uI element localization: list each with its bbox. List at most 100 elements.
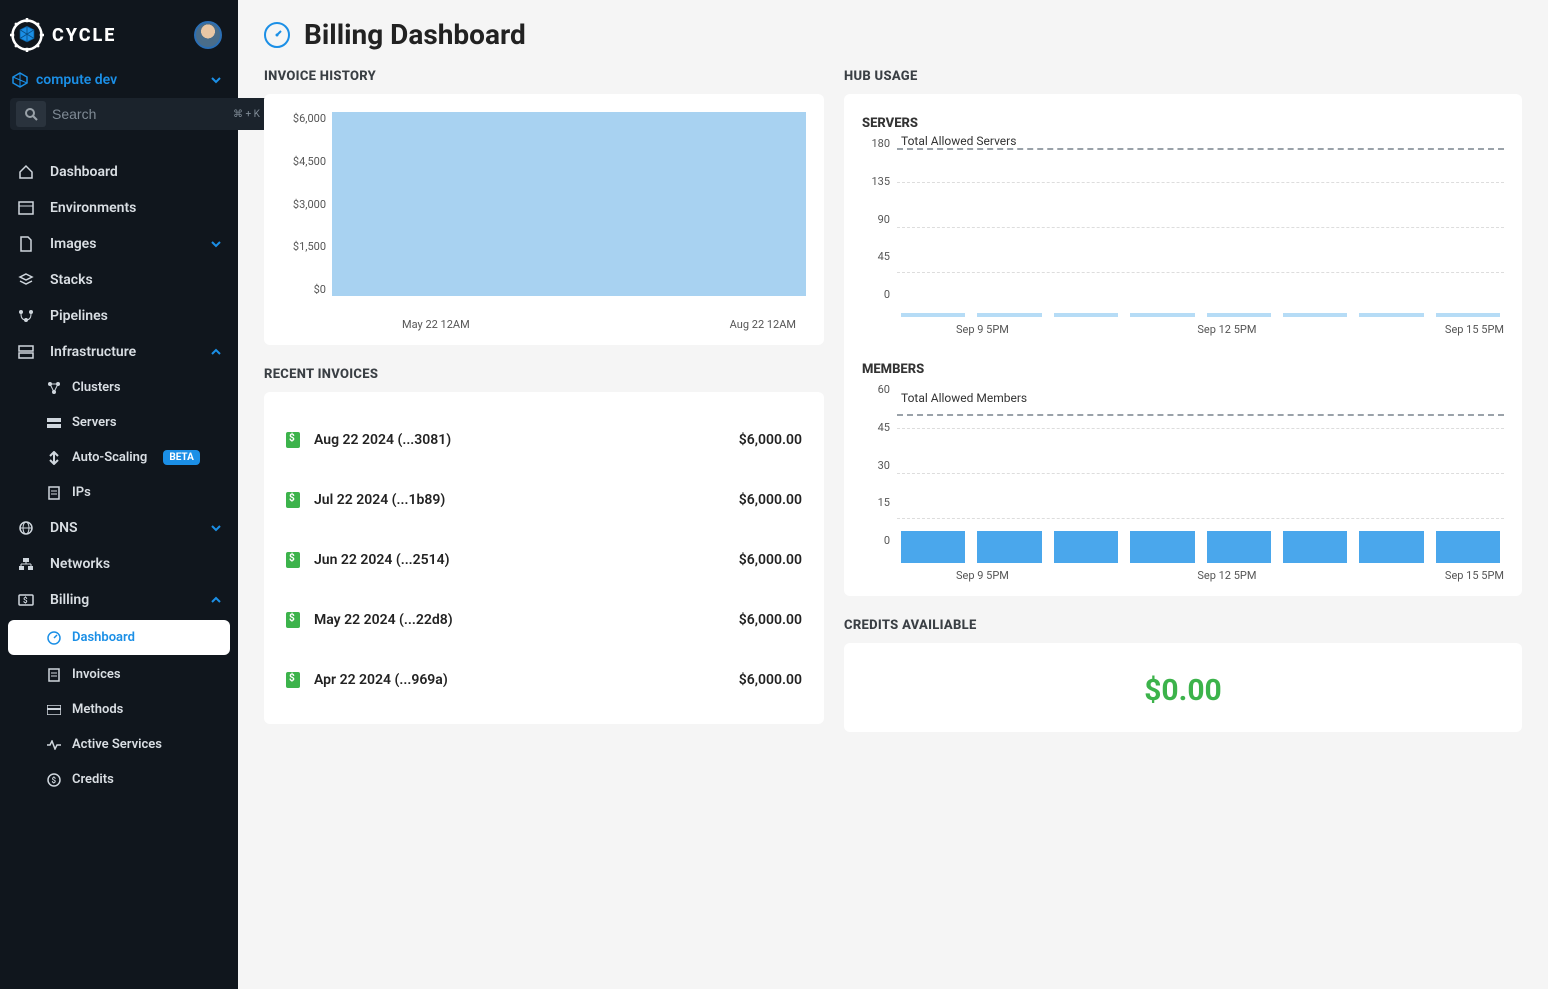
pipeline-icon bbox=[18, 308, 34, 324]
card-icon bbox=[47, 705, 61, 715]
avatar[interactable] bbox=[194, 21, 222, 49]
invoice-row[interactable]: Jul 22 2024 (...1b89) $6,000.00 bbox=[282, 470, 806, 530]
file-icon bbox=[19, 236, 33, 252]
sidebar-item-label: Clusters bbox=[72, 380, 121, 395]
brand-logo[interactable]: CYCLE bbox=[10, 18, 116, 52]
sidebar-item-credits[interactable]: $ Credits bbox=[0, 762, 238, 797]
search-icon bbox=[24, 107, 38, 121]
invoice-icon bbox=[48, 668, 60, 682]
sidebar-item-invoices[interactable]: Invoices bbox=[0, 657, 238, 692]
home-icon bbox=[18, 164, 34, 180]
sidebar-item-ips[interactable]: IPs bbox=[0, 475, 238, 510]
invoice-history-card: $6,000 $4,500 $3,000 $1,500 $0 May 22 12… bbox=[264, 94, 824, 345]
invoice-label: May 22 2024 (...22d8) bbox=[314, 612, 453, 628]
search-box[interactable]: ⌘ + K bbox=[10, 98, 270, 130]
sidebar-item-label: Credits bbox=[72, 772, 114, 787]
sidebar-item-label: Methods bbox=[72, 702, 123, 717]
sidebar-item-billing-dashboard[interactable]: Dashboard bbox=[8, 620, 230, 655]
sidebar-item-label: Pipelines bbox=[50, 308, 108, 324]
gear-cube-icon bbox=[10, 18, 44, 52]
sidebar-item-label: DNS bbox=[50, 520, 78, 536]
chevron-up-icon bbox=[210, 594, 222, 606]
scale-icon bbox=[47, 451, 61, 465]
invoice-amount: $6,000.00 bbox=[739, 432, 802, 448]
chevron-down-icon bbox=[210, 522, 222, 534]
globe-icon bbox=[18, 520, 34, 536]
nav: Dashboard Environments Images Stacks Pip… bbox=[0, 140, 238, 989]
coin-icon: $ bbox=[47, 773, 61, 787]
invoice-label: Apr 22 2024 (...969a) bbox=[314, 672, 448, 688]
chevron-up-icon bbox=[210, 346, 222, 358]
svg-text:$: $ bbox=[23, 596, 28, 605]
invoice-file-icon bbox=[286, 492, 300, 508]
invoice-history-chart: $6,000 $4,500 $3,000 $1,500 $0 bbox=[282, 112, 806, 312]
sidebar-item-servers[interactable]: Servers bbox=[0, 405, 238, 440]
invoice-label: Aug 22 2024 (...3081) bbox=[314, 432, 451, 448]
sidebar-item-label: IPs bbox=[72, 485, 91, 500]
invoice-amount: $6,000.00 bbox=[739, 612, 802, 628]
sidebar-item-pipelines[interactable]: Pipelines bbox=[0, 298, 238, 334]
members-chart: 60 45 30 15 0 Total Allowed Members bbox=[862, 383, 1504, 563]
invoice-file-icon bbox=[286, 552, 300, 568]
servers-subtitle: SERVERS bbox=[862, 116, 1504, 131]
section-credits: CREDITS AVAILIABLE bbox=[844, 618, 1522, 633]
sidebar-item-autoscaling[interactable]: Auto-Scaling BETA bbox=[0, 440, 238, 475]
sidebar-item-label: Stacks bbox=[50, 272, 93, 288]
invoice-file-icon bbox=[286, 612, 300, 628]
layers-icon bbox=[18, 272, 34, 288]
sidebar-item-label: Dashboard bbox=[50, 164, 118, 180]
invoice-row[interactable]: Aug 22 2024 (...3081) $6,000.00 bbox=[282, 410, 806, 470]
ip-icon bbox=[48, 486, 60, 500]
window-icon bbox=[18, 200, 34, 216]
invoice-row[interactable]: May 22 2024 (...22d8) $6,000.00 bbox=[282, 590, 806, 650]
sidebar-item-clusters[interactable]: Clusters bbox=[0, 370, 238, 405]
chevron-down-icon bbox=[210, 74, 222, 86]
sidebar-item-images[interactable]: Images bbox=[0, 226, 238, 262]
sidebar-item-label: Dashboard bbox=[72, 630, 135, 645]
sidebar-item-billing[interactable]: $ Billing bbox=[0, 582, 238, 618]
credits-card: $0.00 bbox=[844, 643, 1522, 732]
sidebar-item-label: Billing bbox=[50, 592, 89, 608]
sidebar-item-dns[interactable]: DNS bbox=[0, 510, 238, 546]
sidebar-item-infrastructure[interactable]: Infrastructure bbox=[0, 334, 238, 370]
sidebar-item-stacks[interactable]: Stacks bbox=[0, 262, 238, 298]
recent-invoices-card: Aug 22 2024 (...3081) $6,000.00 Jul 22 2… bbox=[264, 392, 824, 724]
hub-usage-card: SERVERS 180 135 90 45 0 bbox=[844, 94, 1522, 596]
section-hub-usage: HUB USAGE bbox=[844, 69, 1522, 84]
invoice-amount: $6,000.00 bbox=[739, 552, 802, 568]
sidebar-item-label: Images bbox=[50, 236, 96, 252]
servers-chart: 180 135 90 45 0 Total Allowed Servers bbox=[862, 137, 1504, 317]
sidebar-item-label: Invoices bbox=[72, 667, 121, 682]
pulse-icon bbox=[47, 740, 61, 750]
invoice-row[interactable]: Apr 22 2024 (...969a) $6,000.00 bbox=[282, 650, 806, 710]
sidebar-item-label: Infrastructure bbox=[50, 344, 136, 360]
svg-text:$: $ bbox=[52, 776, 57, 785]
section-invoice-history: INVOICE HISTORY bbox=[264, 69, 824, 84]
sidebar: CYCLE compute dev bbox=[0, 0, 238, 989]
sidebar-item-environments[interactable]: Environments bbox=[0, 190, 238, 226]
billing-icon: $ bbox=[18, 594, 34, 606]
brand-name: CYCLE bbox=[52, 25, 116, 46]
sidebar-item-dashboard[interactable]: Dashboard bbox=[0, 154, 238, 190]
invoice-amount: $6,000.00 bbox=[739, 672, 802, 688]
sidebar-item-label: Networks bbox=[50, 556, 110, 572]
sidebar-item-label: Servers bbox=[72, 415, 117, 430]
invoice-file-icon bbox=[286, 432, 300, 448]
search-input[interactable] bbox=[52, 106, 233, 122]
hub-selector[interactable]: compute dev bbox=[0, 64, 238, 98]
cube-icon bbox=[12, 72, 28, 88]
invoice-amount: $6,000.00 bbox=[739, 492, 802, 508]
cluster-icon bbox=[47, 381, 61, 395]
members-subtitle: MEMBERS bbox=[862, 362, 1504, 377]
invoice-label: Jul 22 2024 (...1b89) bbox=[314, 492, 445, 508]
section-recent-invoices: RECENT INVOICES bbox=[264, 367, 824, 382]
credits-value: $0.00 bbox=[862, 661, 1504, 718]
invoice-label: Jun 22 2024 (...2514) bbox=[314, 552, 450, 568]
dashboard-icon bbox=[264, 22, 290, 48]
sidebar-item-label: Environments bbox=[50, 200, 136, 216]
sidebar-item-active-services[interactable]: Active Services bbox=[0, 727, 238, 762]
sidebar-item-methods[interactable]: Methods bbox=[0, 692, 238, 727]
gauge-icon bbox=[47, 631, 61, 645]
invoice-row[interactable]: Jun 22 2024 (...2514) $6,000.00 bbox=[282, 530, 806, 590]
sidebar-item-networks[interactable]: Networks bbox=[0, 546, 238, 582]
